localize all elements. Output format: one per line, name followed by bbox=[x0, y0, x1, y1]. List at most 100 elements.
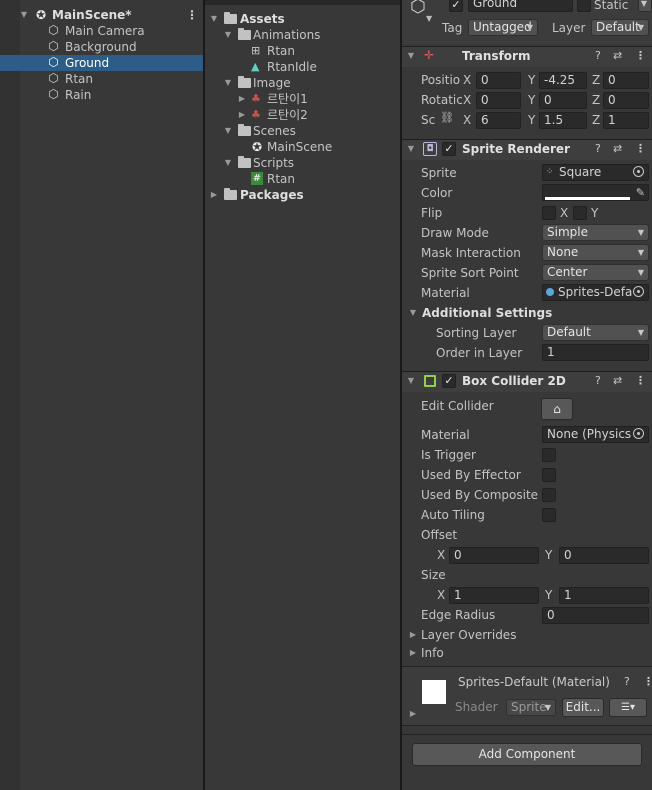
component-menu-icon[interactable]: ⋮ bbox=[635, 374, 646, 387]
help-icon[interactable]: ? bbox=[624, 675, 630, 688]
expand-arrow-icon[interactable]: ▶ bbox=[407, 709, 419, 718]
offset-x-input[interactable]: 0 bbox=[449, 547, 539, 564]
auto-tiling-checkbox[interactable] bbox=[542, 508, 556, 522]
sprite-sort-point-dropdown[interactable]: Center ▼ bbox=[542, 264, 649, 281]
sprite-renderer-header[interactable]: ▼ ◘ ✓ Sprite Renderer ? ⇄ ⋮ bbox=[402, 139, 652, 160]
help-icon[interactable]: ? bbox=[595, 142, 601, 155]
object-picker-icon[interactable] bbox=[633, 428, 644, 439]
component-menu-icon[interactable]: ⋮ bbox=[635, 49, 646, 62]
used-by-composite-checkbox[interactable] bbox=[542, 488, 556, 502]
is-trigger-checkbox[interactable] bbox=[542, 448, 556, 462]
help-icon[interactable]: ? bbox=[595, 374, 601, 387]
offset-y-input[interactable]: 0 bbox=[559, 547, 649, 564]
object-picker-icon[interactable] bbox=[633, 166, 644, 177]
presets-icon[interactable]: ⇄ bbox=[613, 49, 622, 62]
add-component-button[interactable]: Add Component bbox=[412, 743, 642, 766]
active-checkbox[interactable]: ✓ bbox=[449, 0, 463, 12]
project-folder-assets[interactable]: ▼ Assets bbox=[205, 11, 400, 27]
expand-arrow-icon[interactable]: ▶ bbox=[236, 91, 248, 107]
collapse-arrow-icon[interactable]: ▼ bbox=[405, 51, 417, 60]
project-folder-animations[interactable]: ▼ Animations bbox=[205, 27, 400, 43]
shader-edit-button[interactable]: Edit... bbox=[562, 698, 604, 717]
sprite-object-field[interactable]: ⁘ Square bbox=[542, 164, 649, 181]
scene-collapse-arrow-icon[interactable]: ▼ bbox=[18, 7, 30, 23]
help-icon[interactable]: ? bbox=[595, 49, 601, 62]
expand-arrow-icon[interactable]: ▼ bbox=[222, 123, 234, 139]
shader-dropdown[interactable]: Sprite ▼ bbox=[506, 699, 556, 716]
collapse-arrow-icon[interactable]: ▼ bbox=[405, 376, 417, 385]
flip-x-checkbox[interactable] bbox=[542, 206, 556, 220]
scale-x-input[interactable]: 6 bbox=[476, 112, 521, 129]
project-asset-anim-rtan[interactable]: ⊞ Rtan bbox=[205, 43, 400, 59]
additional-settings-foldout[interactable]: Additional Settings bbox=[422, 305, 552, 321]
component-enabled-checkbox[interactable]: ✓ bbox=[442, 142, 456, 156]
collapse-arrow-icon[interactable]: ▼ bbox=[407, 308, 419, 317]
project-asset-mainscene[interactable]: ✪ MainScene bbox=[205, 139, 400, 155]
static-checkbox[interactable] bbox=[577, 0, 591, 12]
rotation-y-input[interactable]: 0 bbox=[539, 92, 587, 109]
object-name-input[interactable]: Ground bbox=[468, 0, 573, 12]
hierarchy-item-ground[interactable]: ⬡ Ground bbox=[0, 55, 203, 71]
icon-dropdown-caret-icon[interactable]: ▼ bbox=[426, 14, 432, 23]
project-asset-img2[interactable]: ▶ ♣ 르탄이2 bbox=[205, 107, 400, 123]
expand-arrow-icon[interactable]: ▶ bbox=[208, 187, 220, 203]
hierarchy-item-rtan[interactable]: ⬡ Rtan bbox=[0, 71, 203, 87]
position-y-input[interactable]: -4.25 bbox=[539, 72, 587, 89]
scene-row[interactable]: ▼ ✪ MainScene* ⋮ bbox=[0, 7, 203, 23]
presets-icon[interactable]: ⇄ bbox=[613, 374, 622, 387]
material-menu-icon[interactable]: ⋮ bbox=[643, 675, 652, 688]
hierarchy-item-background[interactable]: ⬡ Background bbox=[0, 39, 203, 55]
project-asset-anim-rtanidle[interactable]: ▲ RtanIdle bbox=[205, 59, 400, 75]
layer-dropdown[interactable]: Default ▼ bbox=[591, 19, 649, 36]
project-folder-scenes[interactable]: ▼ Scenes bbox=[205, 123, 400, 139]
collapse-arrow-icon[interactable]: ▼ bbox=[405, 144, 417, 153]
transform-header[interactable]: ▼ ✛ Transform ? ⇄ ⋮ bbox=[402, 46, 652, 67]
edit-collider-button[interactable]: ⌂ bbox=[541, 398, 573, 420]
hierarchy-item-main-camera[interactable]: ⬡ Main Camera bbox=[0, 23, 203, 39]
component-menu-icon[interactable]: ⋮ bbox=[635, 142, 646, 155]
static-dropdown[interactable]: ▼ bbox=[638, 0, 652, 12]
project-asset-script-rtan[interactable]: # Rtan bbox=[205, 171, 400, 187]
presets-icon[interactable]: ⇄ bbox=[613, 142, 622, 155]
position-x-input[interactable]: 0 bbox=[476, 72, 521, 89]
tag-dropdown[interactable]: Untagged ▼ bbox=[468, 19, 538, 36]
expand-arrow-icon[interactable]: ▼ bbox=[222, 75, 234, 91]
constrain-proportions-icon[interactable]: ⛓ bbox=[440, 111, 454, 124]
mask-interaction-dropdown[interactable]: None ▼ bbox=[542, 244, 649, 261]
sorting-layer-dropdown[interactable]: Default ▼ bbox=[542, 324, 649, 341]
expand-arrow-icon[interactable]: ▶ bbox=[407, 630, 419, 639]
expand-arrow-icon[interactable]: ▼ bbox=[222, 155, 234, 171]
box-collider-header[interactable]: ▼ ✓ Box Collider 2D ? ⇄ ⋮ bbox=[402, 371, 652, 392]
used-by-effector-checkbox[interactable] bbox=[542, 468, 556, 482]
material-object-field[interactable]: Sprites-Defa bbox=[542, 284, 649, 301]
edge-radius-input[interactable]: 0 bbox=[542, 607, 649, 624]
position-z-input[interactable]: 0 bbox=[603, 72, 649, 89]
color-field[interactable]: ✎ bbox=[542, 184, 649, 201]
project-asset-img1[interactable]: ▶ ♣ 르탄이1 bbox=[205, 91, 400, 107]
scale-z-input[interactable]: 1 bbox=[603, 112, 649, 129]
project-folder-image[interactable]: ▼ Image bbox=[205, 75, 400, 91]
expand-arrow-icon[interactable]: ▶ bbox=[407, 648, 419, 657]
component-enabled-checkbox[interactable]: ✓ bbox=[442, 374, 456, 388]
rotation-z-input[interactable]: 0 bbox=[603, 92, 649, 109]
info-foldout[interactable]: Info bbox=[421, 645, 444, 661]
flip-y-checkbox[interactable] bbox=[573, 206, 587, 220]
scale-y-input[interactable]: 1.5 bbox=[539, 112, 587, 129]
physics-material-field[interactable]: None (Physics bbox=[542, 426, 649, 443]
draw-mode-dropdown[interactable]: Simple ▼ bbox=[542, 224, 649, 241]
rotation-x-input[interactable]: 0 bbox=[476, 92, 521, 109]
order-in-layer-input[interactable]: 1 bbox=[542, 344, 649, 361]
expand-arrow-icon[interactable]: ▶ bbox=[236, 107, 248, 123]
expand-arrow-icon[interactable]: ▼ bbox=[222, 27, 234, 43]
scene-menu-icon[interactable]: ⋮ bbox=[186, 7, 198, 23]
shader-options-button[interactable]: ☰▾ bbox=[609, 698, 647, 717]
hierarchy-item-rain[interactable]: ⬡ Rain bbox=[0, 87, 203, 103]
size-y-input[interactable]: 1 bbox=[559, 587, 649, 604]
layer-overrides-foldout[interactable]: Layer Overrides bbox=[421, 627, 516, 643]
project-folder-scripts[interactable]: ▼ Scripts bbox=[205, 155, 400, 171]
size-x-input[interactable]: 1 bbox=[449, 587, 539, 604]
expand-arrow-icon[interactable]: ▼ bbox=[208, 11, 220, 27]
project-folder-packages[interactable]: ▶ Packages bbox=[205, 187, 400, 203]
eyedropper-icon[interactable]: ✎ bbox=[636, 185, 645, 200]
object-picker-icon[interactable] bbox=[633, 286, 644, 297]
